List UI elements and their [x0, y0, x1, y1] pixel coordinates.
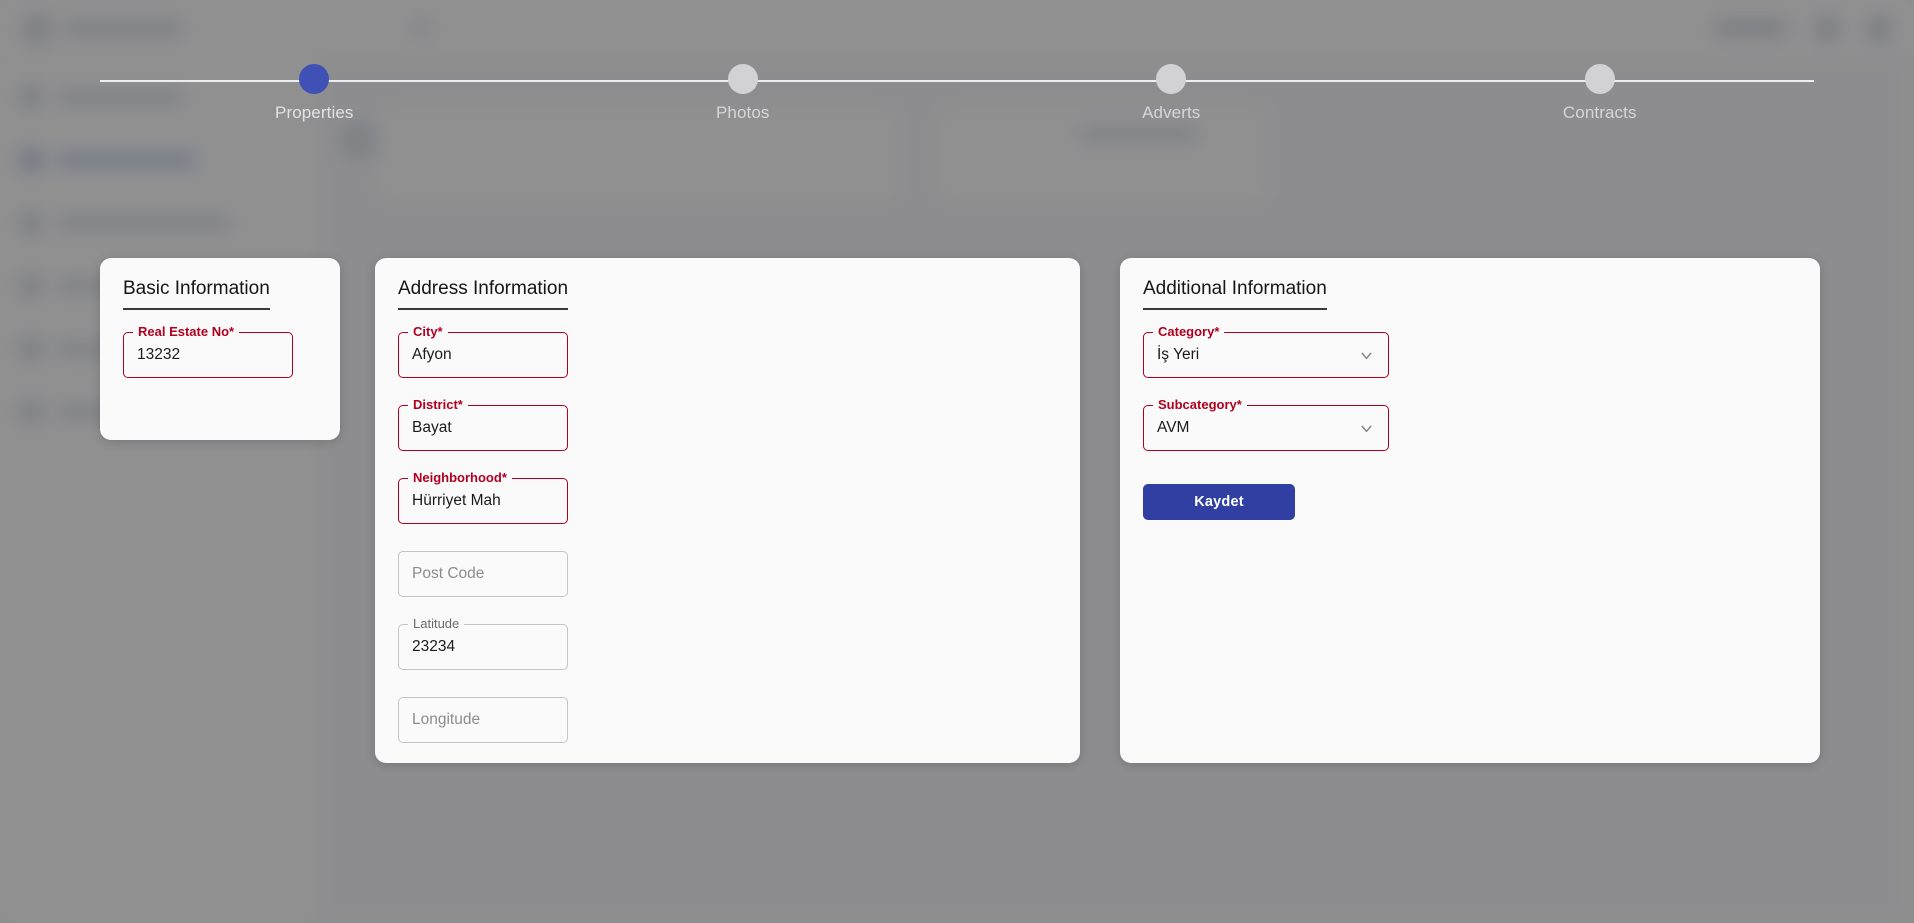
longitude-box[interactable]: Longitude: [398, 697, 568, 743]
neighborhood-value: Hürriyet Mah: [412, 492, 501, 509]
neighborhood-label: Neighborhood*: [408, 471, 512, 484]
post-code-field[interactable]: Post Code: [398, 551, 568, 597]
real-estate-no-label: Real Estate No*: [133, 325, 240, 338]
address-information-card: Address Information City* Afyon District* B…: [375, 258, 1080, 763]
additional-information-body: Category* İş Yeri Subcategory* AVM Kayde…: [1120, 310, 1820, 520]
latitude-field[interactable]: Latitude 23234: [398, 617, 568, 670]
stepper-step-label: Properties: [275, 103, 354, 122]
post-code-placeholder: Post Code: [412, 565, 485, 582]
district-field[interactable]: District* Bayat: [398, 398, 568, 451]
real-estate-no-value: 13232: [137, 346, 181, 363]
real-estate-no-box[interactable]: Real Estate No* 13232: [123, 325, 293, 378]
subcategory-select[interactable]: Subcategory* AVM: [1143, 398, 1389, 451]
stepper-step-adverts[interactable]: Adverts: [957, 64, 1386, 134]
additional-information-card: Additional Information Category* İş Yeri…: [1120, 258, 1820, 763]
real-estate-no-field[interactable]: Real Estate No* 13232: [123, 325, 293, 378]
stepper-step-contracts[interactable]: Contracts: [1386, 64, 1815, 134]
city-label: City*: [408, 325, 448, 338]
stepper-step-label: Contracts: [1562, 103, 1637, 122]
wizard-stepper: Properties Photos Adverts Contracts: [100, 64, 1814, 134]
chevron-down-icon[interactable]: [1358, 347, 1375, 364]
stepper-dot-icon[interactable]: [1584, 64, 1615, 94]
additional-information-title: Additional Information: [1143, 278, 1327, 310]
neighborhood-field[interactable]: Neighborhood* Hürriyet Mah: [398, 471, 568, 524]
category-value: İş Yeri: [1157, 346, 1200, 363]
address-information-body: City* Afyon District* Bayat Neighborhood* Hür…: [375, 310, 1080, 743]
category-select-box[interactable]: Category* İş Yeri: [1143, 325, 1389, 378]
latitude-value: 23234: [412, 638, 456, 655]
stepper-step-label: Adverts: [1142, 103, 1201, 122]
save-button[interactable]: Kaydet: [1143, 484, 1295, 520]
neighborhood-box[interactable]: Neighborhood* Hürriyet Mah: [398, 471, 568, 524]
wizard-screen: Properties Photos Adverts Contracts Basic I…: [0, 0, 1914, 923]
subcategory-value: AVM: [1157, 419, 1190, 436]
city-value: Afyon: [412, 346, 452, 363]
category-label: Category*: [1153, 325, 1225, 338]
stepper-step-label: Photos: [715, 103, 770, 122]
latitude-box[interactable]: Latitude 23234: [398, 617, 568, 670]
subcategory-label: Subcategory*: [1153, 398, 1247, 411]
stepper-step-photos[interactable]: Photos: [529, 64, 958, 134]
longitude-placeholder: Longitude: [412, 711, 481, 728]
stepper-dot-icon[interactable]: [299, 64, 330, 94]
post-code-box[interactable]: Post Code: [398, 551, 568, 597]
district-box[interactable]: District* Bayat: [398, 398, 568, 451]
stepper-dot-icon[interactable]: [727, 64, 758, 94]
basic-information-card: Basic Information Real Estate No* 13232: [100, 258, 340, 440]
city-box[interactable]: City* Afyon: [398, 325, 568, 378]
category-select[interactable]: Category* İş Yeri: [1143, 325, 1389, 378]
address-information-title: Address Information: [398, 278, 569, 310]
latitude-label: Latitude: [408, 617, 465, 630]
longitude-field[interactable]: Longitude: [398, 697, 568, 743]
stepper-step-properties[interactable]: Properties: [100, 64, 529, 134]
basic-information-body: Real Estate No* 13232: [100, 310, 340, 378]
stepper-dot-icon[interactable]: [1156, 64, 1187, 94]
chevron-down-icon[interactable]: [1358, 420, 1375, 437]
basic-information-title: Basic Information: [123, 278, 270, 310]
city-field[interactable]: City* Afyon: [398, 325, 568, 378]
subcategory-select-box[interactable]: Subcategory* AVM: [1143, 398, 1389, 451]
district-label: District*: [408, 398, 468, 411]
district-value: Bayat: [412, 419, 452, 436]
